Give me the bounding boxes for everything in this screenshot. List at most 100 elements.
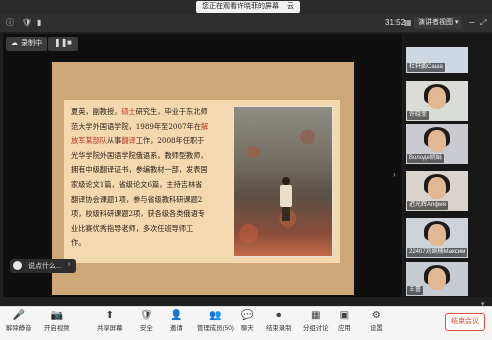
participant-face	[428, 87, 446, 109]
toolbar-label: 开启视频	[44, 325, 70, 332]
toolbar-item[interactable]: 🎤 解除静音	[6, 309, 32, 332]
toolbar-label: 聊天	[241, 325, 254, 332]
chat-input-bubble[interactable]: 说点什么... ›	[10, 259, 76, 273]
participant-face	[428, 268, 446, 290]
body-text: 夏英，副教授，	[71, 107, 122, 116]
window-titlebar: 您正在观看许晓菲的屏幕 云	[0, 0, 492, 14]
share-symbol: 云	[286, 3, 294, 10]
toolbar-icon: 💬	[241, 310, 254, 321]
participant-name: 迟光辉Anфия	[407, 201, 448, 210]
highlight-text: 硕士	[121, 107, 136, 116]
participant-tile[interactable]: Володя姚娟	[406, 124, 468, 164]
toolbar-label: 设置	[370, 325, 383, 332]
body-text: 翻译协会课题1项，参与省级教科研课题2	[71, 194, 203, 204]
toolbar-label: 结束录制	[266, 325, 292, 332]
chat-icon	[13, 261, 22, 270]
toolbar-icon: ▦	[311, 310, 321, 321]
participant-tile[interactable]: 22407刘婉楠Максим	[406, 218, 468, 258]
toolbar-item[interactable]: ⏺ 结束录制	[266, 309, 292, 332]
toolbar-item[interactable]: 🛡 安全	[140, 309, 153, 332]
slide-line: 范大学外国语学院，1989年至2007年在解	[71, 120, 233, 135]
participant-tile[interactable]: 王蕾	[406, 262, 468, 296]
toolbar-label: 安全	[140, 325, 153, 332]
highlight-text: 翻译	[121, 136, 136, 146]
toolbar-label: 分组讨论	[303, 325, 329, 332]
banner-text: 您正在观看许晓菲的屏幕	[202, 3, 279, 10]
participant-tile[interactable]: 杜轩鹏Саша	[406, 47, 468, 73]
toolbar-icon: ⏺	[276, 310, 282, 321]
viewing-screen-banner: 您正在观看许晓菲的屏幕 云	[196, 1, 300, 13]
pause-icon[interactable]: ❚❚	[54, 38, 67, 47]
body-text: 工作，2008年任职于	[135, 136, 205, 146]
grid-icon[interactable]: ▦	[404, 18, 412, 28]
toolbar-icon: 🎤	[12, 310, 25, 321]
highlight-text: 放军某部队	[71, 136, 107, 146]
info-icon[interactable]: ⓘ	[6, 18, 14, 28]
speaker-view-label: 演讲者视图	[418, 19, 453, 26]
participant-name: 22407刘婉楠Максим	[407, 248, 468, 257]
slide-line: 拥有中级翻译证书，参编教材一部，发表国	[71, 163, 233, 178]
collapse-sidebar-icon[interactable]: ›	[393, 170, 396, 179]
slide-bio-text: 夏英，副教授，硕士研究生，毕业于东北师 范大学外国语学院，1989年至2007年在…	[71, 105, 233, 251]
toolbar-item[interactable]: ▣ 应用	[338, 309, 351, 332]
toolbar-icon: ⬆	[105, 310, 114, 321]
recording-status: 录制中	[21, 40, 42, 47]
signal-icon[interactable]: ▮	[37, 18, 41, 28]
body-text: 项，校级科研课题2项，获各级各类俄语专	[71, 209, 205, 219]
toolbar-item[interactable]: 💬 聊天	[241, 309, 254, 332]
toolbar-icon: 🛡	[140, 310, 153, 321]
body-text: 家级论文1篇，省级论文6篇，主持吉林省	[71, 179, 203, 189]
stop-icon[interactable]: ■	[67, 38, 72, 47]
toolbar-icon: 👥	[209, 310, 222, 321]
participant-name: 王蕾	[407, 286, 424, 295]
toolbar-item[interactable]: 📷 开启视频	[44, 309, 70, 332]
slide-line: 作。	[71, 236, 233, 251]
slide-line: 放军某部队从事翻译工作，2008年任职于	[71, 134, 233, 149]
participant-face	[428, 177, 446, 199]
speaker-view-button[interactable]: 演讲者视图 ▾	[414, 17, 463, 29]
participant-face	[428, 224, 446, 246]
highlight-text: 解	[201, 121, 209, 131]
participant-tile[interactable]: 许晓菲	[406, 81, 468, 121]
toolbar-label: 应用	[338, 325, 351, 332]
meeting-timer: 31:52	[385, 18, 406, 27]
body-text: 范大学外国语学院，1989年至2007年在	[71, 121, 202, 131]
slide-line: 光华学院外国语学院俄语系，教师型教师，	[71, 149, 233, 164]
toolbar-icon: 👤	[170, 310, 183, 321]
minimize-icon[interactable]: ─	[469, 18, 475, 28]
body-text: 拥有中级翻译证书，参编教材一部，发表国	[71, 165, 208, 175]
body-text: 从事	[106, 136, 122, 146]
body-text: 研究生，毕业于东北师	[135, 107, 208, 116]
fullscreen-icon[interactable]: ⤢	[480, 18, 486, 28]
toolbar-item[interactable]: ⚙ 设置	[370, 309, 383, 332]
toolbar-label: 共享屏幕	[97, 325, 123, 332]
shield-icon[interactable]: 🛡	[22, 18, 32, 28]
toolbar-icon: ▣	[339, 310, 350, 321]
chat-placeholder: 说点什么...	[28, 263, 62, 270]
chat-expand-icon[interactable]: ›	[68, 261, 70, 268]
end-meeting-button[interactable]: 结束会议	[445, 313, 485, 331]
participant-tile[interactable]: 迟光辉Anфия	[406, 171, 468, 211]
slide-line: 家级论文1篇，省级论文6篇，主持吉林省	[71, 178, 233, 193]
toolbar-item[interactable]: 👤 邀请	[170, 309, 183, 332]
participant-name: 杜轩鹏Саша	[407, 63, 445, 72]
body-text: 光华学院外国语学院俄语系，教师型教师，	[71, 150, 208, 160]
body-text: 业比赛优秀指导老师，多次任班导师工	[71, 223, 194, 233]
teacher-photo	[233, 106, 333, 257]
slide-line: 项，校级科研课题2项，获各级各类俄语专	[71, 207, 233, 222]
slide-line: 夏英，副教授，硕士研究生，毕业于东北师	[71, 105, 233, 120]
toolbar-label: 管理成员(50)	[197, 325, 234, 332]
toolbar-label: 邀请	[170, 325, 183, 332]
participant-name: 许晓菲	[407, 111, 430, 120]
recording-indicator: ☁ 录制中	[6, 37, 47, 51]
toolbar-label: 解除静音	[6, 325, 32, 332]
participant-name: Володя姚娟	[407, 154, 444, 163]
recording-controls: ❚❚ ■	[48, 37, 78, 51]
slide-line: 翻译协会课题1项，参与省级教科研课题2	[71, 193, 233, 208]
toolbar-icon: ⚙	[371, 310, 381, 321]
toolbar-item[interactable]: 👥 管理成员(50)	[197, 309, 234, 332]
toolbar-item[interactable]: ⬆ 共享屏幕	[97, 309, 123, 332]
toolbar-item[interactable]: ▦ 分组讨论	[303, 309, 329, 332]
slide-line: 业比赛优秀指导老师，多次任班导师工	[71, 222, 233, 237]
participant-face	[428, 130, 446, 152]
